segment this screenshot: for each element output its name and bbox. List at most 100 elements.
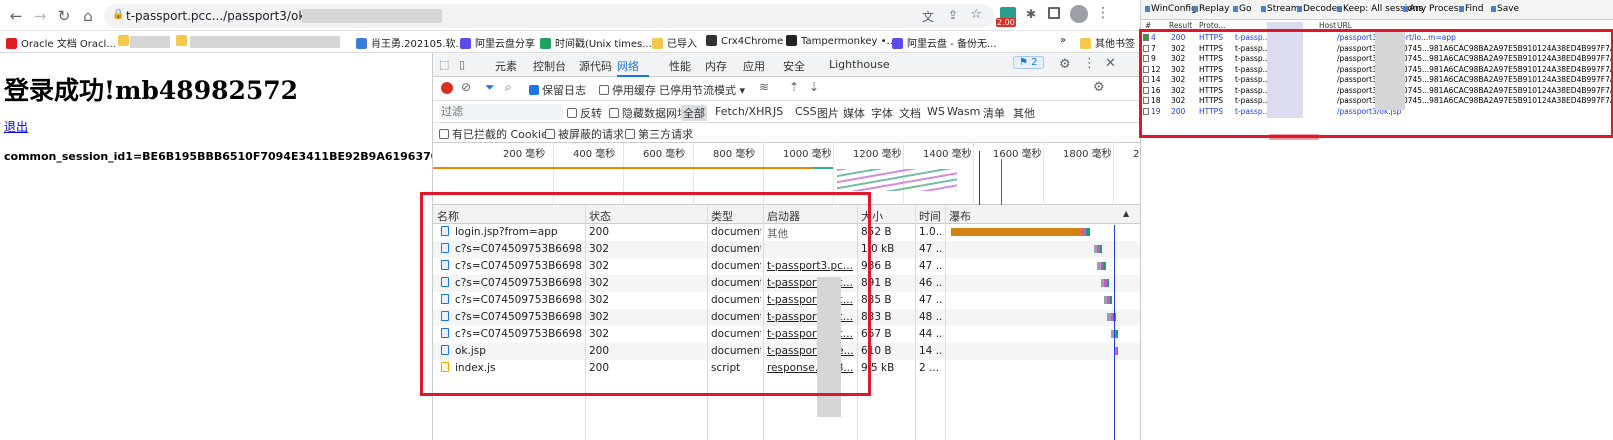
table-row[interactable]: c?s=C074509753B66981A6C... 302 document...… (433, 309, 1141, 326)
process-button[interactable]: Any Process (1409, 4, 1463, 14)
reload-icon[interactable]: ↻ (54, 6, 74, 26)
type-filter-10[interactable]: 清单 (983, 105, 1005, 121)
initiator-cell[interactable]: t-passport3.pc... (767, 260, 855, 272)
fiddler-column-4[interactable]: URL (1337, 21, 1352, 30)
initiator-cell[interactable]: t-passport3.pc... (767, 328, 855, 340)
network-settings-icon[interactable]: ⚙ (1093, 80, 1105, 95)
blocked-cookies-toggle[interactable]: 有已拦截的 Cookie (439, 126, 548, 142)
tab-0[interactable]: 元素 (495, 58, 517, 74)
bookmark-item[interactable]: Oracle 文档 Oracl... (6, 35, 116, 50)
preserve-log-toggle[interactable]: 保留日志 (529, 82, 586, 98)
avatar[interactable] (1070, 5, 1088, 23)
back-icon[interactable]: ← (6, 6, 26, 26)
bookmark-item[interactable] (176, 35, 191, 47)
filter-input[interactable] (439, 104, 563, 120)
clear-icon[interactable]: ⊘ (461, 80, 471, 94)
table-row[interactable]: index.js 200 script response.js:18... 9.5 kB… (433, 360, 1141, 377)
type-filter-1[interactable]: Fetch/XHR (715, 105, 772, 118)
table-row[interactable]: c?s=C074509753B66981A6C... 302 document...… (433, 275, 1141, 292)
network-overview[interactable]: 200 毫秒 400 毫秒 600 毫秒 800 毫秒 1000 毫秒 1200 毫秒 14… (433, 143, 1184, 205)
type-filter-3[interactable]: CSS (795, 105, 817, 118)
table-row[interactable]: c?s=C074509753B66981A6C... 302 document...… (433, 241, 1141, 258)
initiator-cell[interactable]: t-passport3.pc... (767, 294, 855, 306)
fiddler-column-3[interactable]: Host (1319, 21, 1336, 30)
import-icon[interactable]: ⇡ (789, 80, 799, 94)
save-button[interactable]: Save (1497, 4, 1519, 14)
request-name-cell[interactable]: c?s=C074509753B66981A6C... (441, 311, 583, 323)
request-name-cell[interactable]: c?s=C074509753B66981A6C... (441, 294, 583, 306)
column-header-2[interactable]: 类型 (711, 208, 733, 224)
invert-toggle[interactable]: 反转 (567, 105, 602, 121)
tab-4[interactable]: 性能 (669, 58, 691, 74)
bookmark-item[interactable]: Crx4Chrome (706, 35, 783, 47)
forward-icon[interactable]: → (30, 6, 50, 26)
request-name-cell[interactable]: c?s=C074509753B66981A6C... (441, 243, 583, 255)
throttle-select[interactable]: 已停用节流模式 ▾ (659, 82, 745, 98)
wifi-icon[interactable]: ≋ (759, 80, 769, 94)
sidepanel-icon[interactable] (1048, 7, 1060, 19)
table-row[interactable]: c?s=C074509753B66981A6C... 302 document...… (433, 258, 1141, 275)
request-name-cell[interactable]: index.js (441, 362, 583, 374)
type-filter-0[interactable]: 全部 (681, 105, 707, 121)
fiddler-column-1[interactable]: Result (1169, 21, 1192, 30)
find-button[interactable]: Find (1465, 4, 1483, 14)
column-header-4[interactable]: 大小 (861, 208, 883, 224)
go-button[interactable]: Go (1239, 4, 1251, 14)
tab-3[interactable]: 网络 (617, 58, 639, 74)
tab-6[interactable]: 应用 (743, 58, 765, 74)
initiator-cell[interactable]: response.js:18... (767, 362, 855, 374)
settings-gear-icon[interactable]: ⚙ (1059, 57, 1071, 72)
fiddler-column-2[interactable]: Proto... (1199, 21, 1225, 30)
initiator-cell[interactable]: t-passport3.pc... (767, 277, 855, 289)
request-name-cell[interactable]: c?s=C074509753B66981A6C... (441, 328, 583, 340)
home-icon[interactable]: ⌂ (78, 6, 98, 26)
type-filter-8[interactable]: WS (927, 105, 945, 118)
table-row[interactable]: ok.jsp 200 document t-passport3.ge... 610 B 1… (433, 343, 1141, 360)
decode-button[interactable]: Decode (1303, 4, 1337, 14)
column-header-5[interactable]: 时间 (919, 208, 941, 224)
blocked-requests-toggle[interactable]: 被屏蔽的请求 (545, 126, 624, 142)
bookmark-item[interactable]: 肖王勇.202105.软... (356, 35, 465, 50)
type-filter-6[interactable]: 字体 (871, 105, 893, 121)
request-name-cell[interactable]: ok.jsp (441, 345, 583, 357)
stream-button[interactable]: Stream (1267, 4, 1300, 14)
star-icon[interactable]: ☆ (970, 7, 982, 22)
table-row[interactable]: c?s=C074509753B66981A6C... 302 document...… (433, 292, 1141, 309)
replay-button[interactable]: Replay (1199, 4, 1229, 14)
menu-icon[interactable]: ⋮ (1096, 5, 1110, 21)
bookmark-item[interactable]: 已导入 (652, 35, 697, 50)
table-row[interactable]: c?s=C074509753B66981A6C... 302 document...… (433, 326, 1141, 343)
tab-5[interactable]: 内存 (705, 58, 727, 74)
record-icon[interactable] (441, 82, 453, 94)
search-icon[interactable]: ⌕ (505, 80, 512, 95)
url-text[interactable]: t-passport.pcc.../passport3/ok.jsp (126, 9, 326, 23)
table-row[interactable]: login.jsp?from=app 200 document 其他 852 B 1.0.… (433, 224, 1141, 241)
translate-icon[interactable]: 文 (922, 8, 934, 25)
url-bar[interactable]: 🔒 t-passport.pcc.../passport3/ok.jsp 文 ⇪… (104, 4, 994, 28)
win-config-button[interactable]: WinConfig (1151, 4, 1197, 14)
more-options-icon[interactable]: ⋮ (1083, 56, 1096, 71)
filter-icon[interactable]: ⏷ (485, 80, 495, 95)
tab-8[interactable]: Lighthouse (829, 58, 890, 71)
hide-data-urls-toggle[interactable]: 隐藏数据网址 (609, 105, 688, 121)
column-header-1[interactable]: 状态 (589, 208, 611, 224)
tab-2[interactable]: 源代码 (579, 58, 612, 74)
bookmark-item[interactable]: Tampermonkey •... (786, 35, 896, 47)
logout-link[interactable]: 退出 (4, 118, 28, 135)
issues-badge[interactable]: ⚑ 2 (1013, 56, 1044, 69)
type-filter-5[interactable]: 媒体 (843, 105, 865, 121)
type-filter-2[interactable]: JS (773, 105, 783, 118)
bookmark-item[interactable]: 阿里云盘 - 备份无... (892, 35, 997, 50)
close-icon[interactable]: ✕ (1105, 56, 1116, 71)
column-header-0[interactable]: 名称 (437, 208, 459, 224)
type-filter-11[interactable]: 其他 (1013, 105, 1035, 121)
bookmark-item[interactable]: 其他书签 (1080, 35, 1135, 50)
bookmark-item[interactable]: 时间戳(Unix times... (540, 35, 652, 50)
export-icon[interactable]: ⇣ (809, 80, 819, 94)
device-icon[interactable]: ▯ (459, 58, 465, 71)
request-name-cell[interactable]: c?s=C074509753B66981A6C... (441, 277, 583, 289)
disable-cache-toggle[interactable]: 停用缓存 (599, 82, 656, 98)
type-filter-4[interactable]: 图片 (817, 105, 839, 121)
inspect-icon[interactable]: ⬚ (439, 58, 449, 71)
initiator-cell[interactable]: t-passport3.pc... (767, 311, 855, 323)
